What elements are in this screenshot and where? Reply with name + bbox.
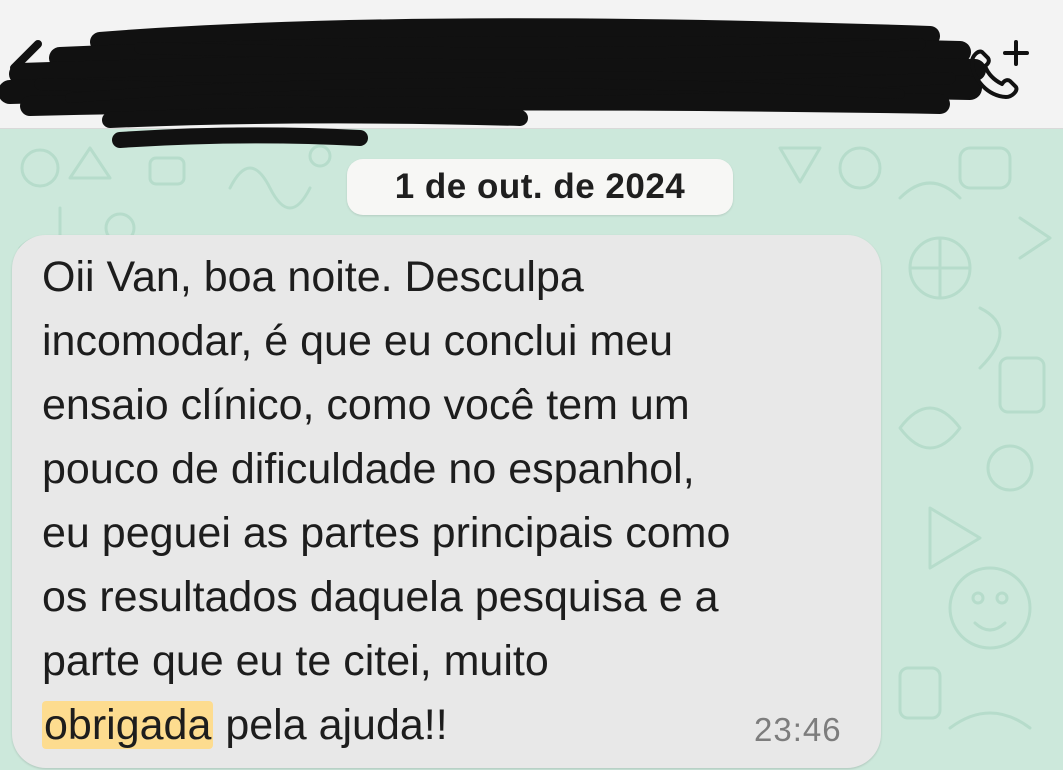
message-timestamp: 23:46	[754, 711, 842, 748]
date-separator-label: 1 de out. de 2024	[394, 167, 686, 206]
message-line: Oii Van, boa noite. Desculpa	[42, 253, 584, 301]
date-separator: 1 de out. de 2024	[347, 159, 733, 215]
contact-name: Camila Baraúna Pan Real (online)	[246, 54, 853, 96]
back-button[interactable]	[2, 38, 54, 98]
contact-info[interactable]: Camila Baraúna Pan Real (online)	[96, 20, 946, 120]
avatar	[136, 28, 218, 110]
message-line: os resultados daquela pesquisa e a	[42, 573, 719, 621]
highlighted-word: obrigada	[42, 701, 214, 749]
message-line: pouco de dificuldade no espanhol,	[42, 445, 695, 493]
incoming-message-bubble[interactable]: Oii Van, boa noite. Desculpa incomodar, …	[12, 235, 881, 768]
message-line: parte que eu te citei, muito	[42, 637, 549, 685]
phone-plus-icon	[970, 40, 1029, 99]
message-line: incomodar, é que eu conclui meu	[42, 317, 674, 365]
message-line: ensaio clínico, como você tem um	[42, 381, 690, 429]
message-last-line: obrigada pela ajuda!!	[42, 700, 448, 750]
message-line: eu peguei as partes principais como	[42, 509, 731, 557]
message-line-rest: pela ajuda!!	[213, 701, 448, 749]
chat-header: Camila Baraúna Pan Real (online)	[0, 0, 1063, 129]
add-call-button[interactable]	[962, 36, 1034, 104]
chat-screen: Camila Baraúna Pan Real (online) 1 de ou…	[0, 0, 1063, 770]
chevron-left-icon	[10, 40, 42, 96]
